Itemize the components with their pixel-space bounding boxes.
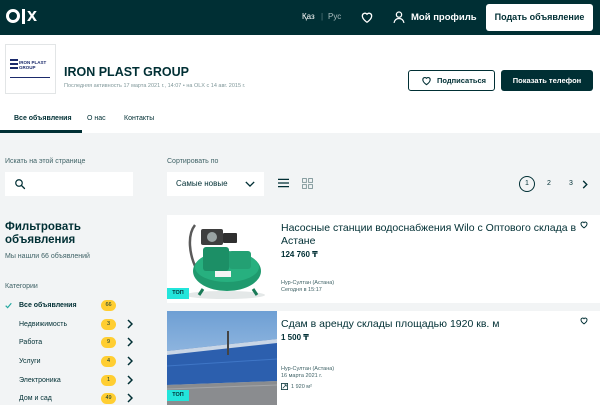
found-count: Мы нашли 66 объявлений [5, 253, 90, 260]
sort-select[interactable]: Самые новые [167, 172, 264, 196]
subscribe-label: Подписаться [437, 76, 487, 85]
shop-tabs: Все объявления О нас Контакты [0, 108, 600, 133]
subscribe-button[interactable]: Подписаться [408, 70, 495, 91]
category-home-garden[interactable]: Дом и сад 49 [5, 393, 133, 405]
listing-title[interactable]: Насосные станции водоснабжения Wilo с Оп… [281, 222, 581, 248]
search-input[interactable] [5, 172, 133, 196]
shop-activity: Последняя активность 17 марта 2021 г., 1… [64, 83, 246, 89]
search-icon [15, 179, 26, 190]
shop-header: IRON PLAST GROUP IRON PLAST GROUP Послед… [0, 35, 600, 133]
active-tab-indicator [0, 130, 82, 133]
category-name: Электроника [19, 377, 61, 384]
category-all[interactable]: Все объявления 66 [5, 300, 133, 315]
category-name: Работа [19, 339, 43, 346]
listing-price: 124 760 ₸ [281, 250, 318, 259]
listing-city: Нур-Султан (Астана) [281, 366, 335, 372]
tab-all-ads[interactable]: Все объявления [14, 115, 72, 122]
listing-card[interactable]: ТОП Насосные станции водоснабжения Wilo … [167, 215, 600, 303]
category-count: 49 [101, 393, 116, 404]
shop-name: IRON PLAST GROUP [64, 65, 190, 79]
category-count: 9 [101, 337, 116, 348]
category-count: 66 [101, 300, 116, 311]
listing-city: Нур-Султан (Астана) [281, 280, 335, 286]
listing-card[interactable]: ТОП Сдам в аренду склады площадью 1920 к… [167, 311, 600, 405]
chevron-right-icon [127, 337, 133, 347]
listing-photo-pump[interactable]: ТОП [167, 215, 277, 303]
category-name: Все объявления [19, 302, 77, 309]
favorite-heart-icon[interactable] [579, 316, 589, 325]
area-value: 1 920 м² [291, 383, 312, 390]
listing-photo-warehouse[interactable]: ТОП [167, 311, 277, 405]
show-phone-button[interactable]: Показать телефон [501, 70, 593, 91]
favorite-heart-icon[interactable] [579, 220, 589, 229]
listing-title[interactable]: Сдам в аренду склады площадью 1920 кв. м [281, 318, 581, 331]
category-electronics[interactable]: Электроника 1 [5, 375, 133, 390]
my-profile-link[interactable]: Мой профиль [411, 12, 477, 23]
shop-logo-text: IRON PLAST GROUP [19, 60, 47, 70]
post-ad-button[interactable]: Подать объявление [486, 4, 593, 31]
top-navbar: x Қаз | Рус Мой профиль Подать объявлени… [0, 0, 600, 35]
listing-date: 16 марта 2021 г. [281, 373, 323, 379]
listing-price: 1 500 ₸ [281, 333, 309, 342]
category-real-estate[interactable]: Недвижимость 3 [5, 319, 133, 334]
category-count: 4 [101, 356, 116, 367]
page-1[interactable]: 1 [519, 176, 535, 192]
listing-location: Нур-Султан (Астана) 16 марта 2021 г. [281, 366, 334, 380]
list-view-icon[interactable] [278, 178, 289, 188]
category-jobs[interactable]: Работа 9 [5, 337, 133, 352]
listing-date: Сегодня в 15:17 [281, 287, 322, 293]
sort-value: Самые новые [176, 179, 228, 188]
category-name: Услуги [19, 358, 41, 365]
favorites-heart-icon[interactable] [360, 10, 374, 24]
area-size-icon [281, 383, 288, 390]
category-services[interactable]: Услуги 4 [5, 356, 133, 371]
language-russian[interactable]: Рус [328, 12, 341, 21]
listing-location: Нур-Султан (Астана) Сегодня в 15:17 [281, 280, 334, 294]
category-count: 1 [101, 375, 116, 386]
chevron-right-icon [127, 356, 133, 366]
chevron-right-icon [127, 375, 133, 385]
user-profile-icon[interactable] [392, 10, 406, 24]
category-name: Недвижимость [19, 321, 68, 328]
tab-contacts[interactable]: Контакты [124, 115, 154, 122]
language-kazakh[interactable]: Қаз [302, 12, 315, 21]
heart-icon [422, 76, 431, 86]
page-2[interactable]: 2 [541, 176, 557, 192]
categories-label: Категории [5, 283, 38, 290]
category-name: Дом и сад [19, 395, 52, 402]
chevron-right-icon [127, 319, 133, 329]
search-label: Искать на этой странице [5, 158, 86, 165]
check-icon [5, 302, 12, 309]
olx-logo[interactable]: x [6, 5, 42, 28]
page-3[interactable]: 3 [563, 176, 579, 192]
listing-area: 1 920 м² [281, 383, 312, 390]
filter-title: Фильтровать объявления [5, 221, 81, 246]
category-count: 3 [101, 319, 116, 330]
shop-logo: IRON PLAST GROUP [5, 44, 56, 94]
shop-logo-bars-icon [10, 59, 18, 73]
next-page-chevron-icon[interactable] [582, 180, 588, 189]
top-badge: ТОП [167, 288, 189, 299]
chevron-down-icon [245, 181, 255, 188]
grid-view-icon[interactable] [302, 178, 313, 189]
chevron-right-icon [127, 393, 133, 403]
top-badge: ТОП [167, 390, 189, 401]
tab-about[interactable]: О нас [87, 115, 106, 122]
language-separator: | [321, 12, 324, 21]
sort-label: Сортировать по [167, 158, 219, 165]
